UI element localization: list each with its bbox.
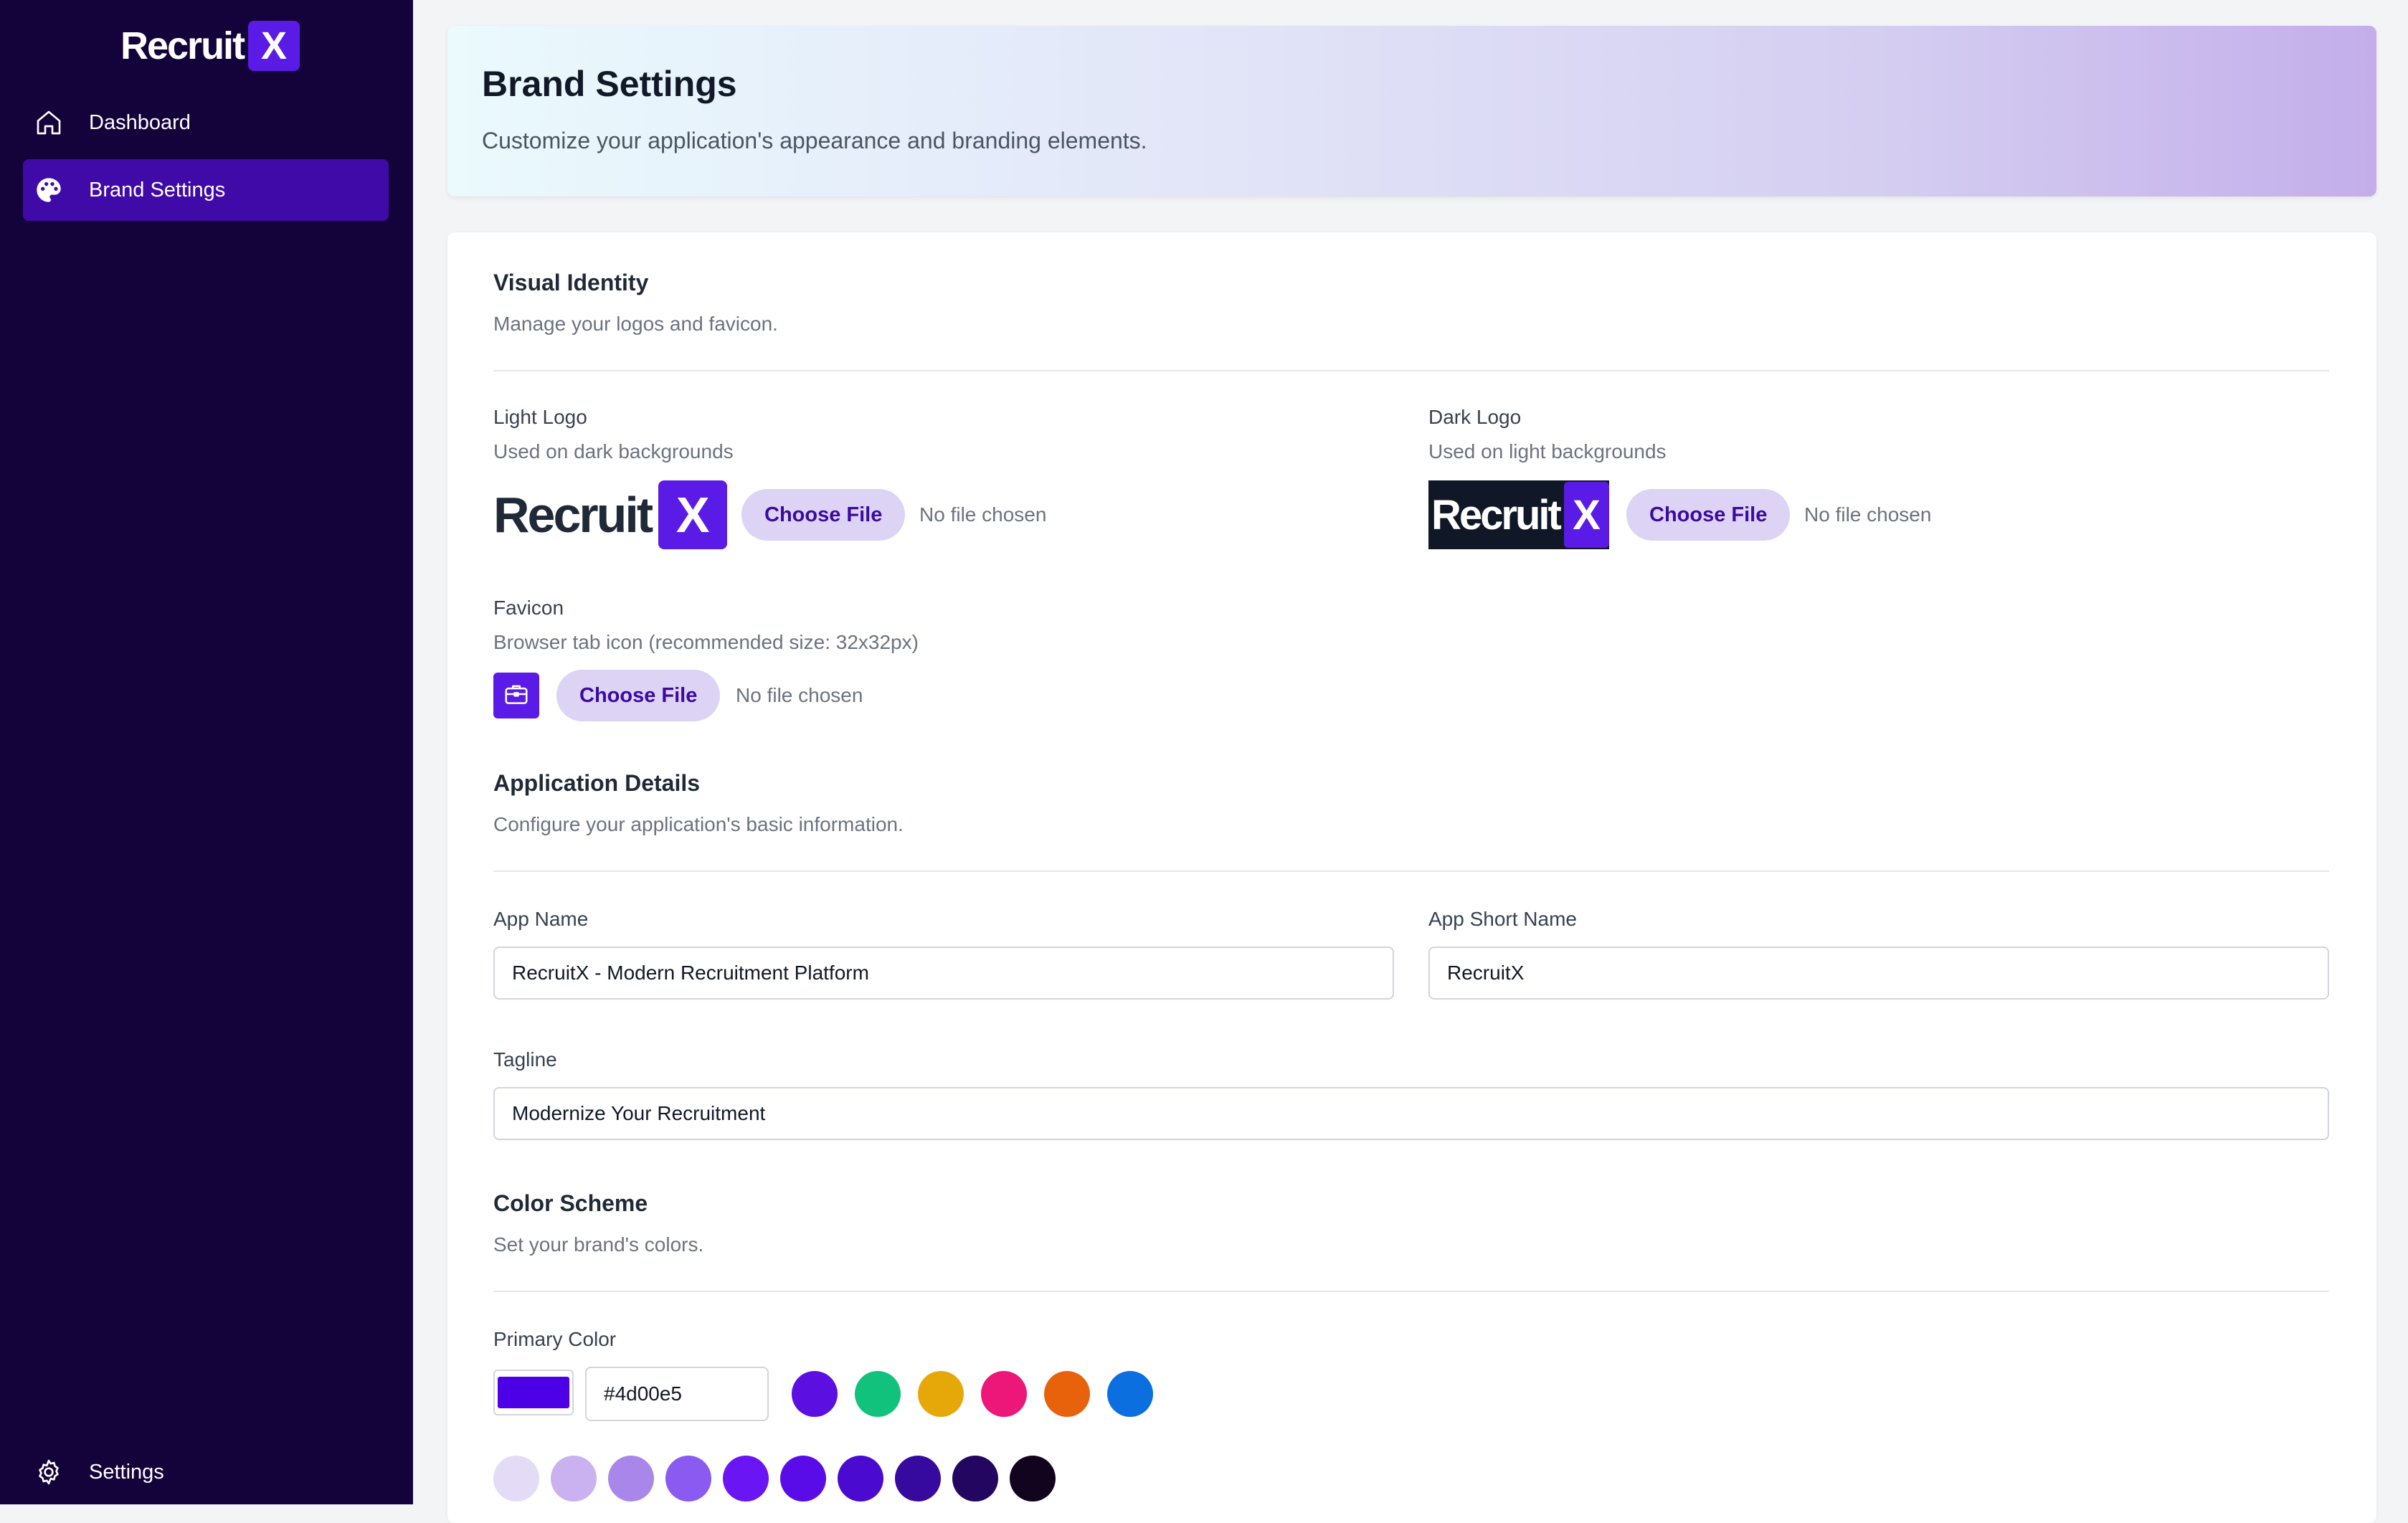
page-title: Brand Settings — [482, 64, 737, 104]
sidebar-item-dashboard[interactable]: Dashboard — [23, 92, 389, 153]
light-logo-label: Light Logo — [493, 406, 587, 428]
sidebar: Recruit X Dashboard Brand Settings Setti… — [0, 0, 413, 1504]
tagline-input[interactable]: Modernize Your Recruitment — [493, 1087, 2329, 1140]
color-preset-swatch[interactable] — [918, 1371, 964, 1417]
page-subtitle: Customize your application's appearance … — [482, 128, 1147, 153]
logo-mark: X — [248, 21, 300, 71]
app-name-label: App Name — [493, 908, 589, 930]
page-header: Brand Settings Customize your applicatio… — [447, 26, 2376, 196]
color-preset-swatch[interactable] — [792, 1371, 838, 1417]
section-title-visual-identity: Visual Identity — [493, 270, 649, 295]
logo-text: Recruit — [120, 24, 245, 67]
dark-logo-label: Dark Logo — [1428, 406, 1522, 428]
primary-color-picker[interactable] — [493, 1370, 574, 1415]
light-logo-mark: X — [658, 480, 728, 549]
sidebar-item-brand-settings[interactable]: Brand Settings — [23, 159, 389, 221]
sidebar-item-label: Settings — [89, 1460, 164, 1484]
tagline-label: Tagline — [493, 1048, 557, 1071]
color-shade-swatch[interactable] — [551, 1456, 597, 1501]
dark-logo-choose-file-button[interactable]: Choose File — [1626, 489, 1791, 541]
section-subtitle-visual-identity: Manage your logos and favicon. — [493, 313, 778, 335]
color-shade-swatch[interactable] — [1010, 1456, 1056, 1501]
section-subtitle-application-details: Configure your application's basic infor… — [493, 813, 904, 835]
color-shade-swatch[interactable] — [493, 1456, 539, 1501]
dark-logo-hint: Used on light backgrounds — [1428, 440, 1667, 462]
color-shade-swatch[interactable] — [952, 1456, 998, 1501]
favicon-choose-file-button[interactable]: Choose File — [556, 670, 721, 721]
light-logo-preview: Recruit X — [493, 480, 728, 549]
app-short-name-input[interactable]: RecruitX — [1428, 946, 2329, 1000]
light-logo-word: Recruit — [493, 487, 653, 543]
briefcase-icon — [503, 680, 530, 711]
palette-icon — [33, 174, 65, 206]
light-logo-file-status: No file chosen — [919, 503, 1047, 526]
favicon-file-status: No file chosen — [736, 684, 863, 706]
dark-logo-word: Recruit — [1431, 491, 1562, 538]
color-preset-swatch[interactable] — [855, 1371, 901, 1417]
app-logo[interactable]: Recruit X — [120, 20, 300, 72]
favicon-label: Favicon — [493, 597, 564, 619]
app-short-name-label: App Short Name — [1428, 908, 1577, 930]
color-preset-swatch[interactable] — [1044, 1371, 1090, 1417]
color-shade-swatch[interactable] — [780, 1456, 826, 1501]
light-logo-hint: Used on dark backgrounds — [493, 440, 734, 462]
section-title-color-scheme: Color Scheme — [493, 1190, 648, 1216]
color-shade-swatch[interactable] — [838, 1456, 883, 1501]
divider — [493, 870, 2329, 872]
gear-icon — [33, 1456, 65, 1488]
primary-color-hex-input[interactable]: #4d00e5 — [585, 1367, 769, 1421]
dark-logo-preview: Recruit X — [1428, 480, 1609, 549]
divider — [493, 1291, 2329, 1292]
color-preset-swatch[interactable] — [981, 1371, 1027, 1417]
settings-card: Visual Identity Manage your logos and fa… — [447, 232, 2376, 1523]
section-subtitle-color-scheme: Set your brand's colors. — [493, 1233, 704, 1256]
primary-color-label: Primary Color — [493, 1328, 617, 1350]
color-shade-swatch[interactable] — [895, 1456, 941, 1501]
color-shade-swatch[interactable] — [665, 1456, 711, 1501]
dark-logo-file-status: No file chosen — [1804, 503, 1932, 526]
favicon-hint: Browser tab icon (recommended size: 32x3… — [493, 631, 919, 653]
light-logo-choose-file-button[interactable]: Choose File — [741, 489, 906, 541]
sidebar-item-settings[interactable]: Settings — [23, 1441, 389, 1503]
favicon-preview — [493, 673, 539, 718]
sidebar-item-label: Brand Settings — [89, 178, 226, 201]
home-icon — [33, 107, 65, 138]
primary-color-swatch — [498, 1377, 569, 1408]
color-preset-swatch[interactable] — [1107, 1371, 1153, 1417]
app-name-input[interactable]: RecruitX - Modern Recruitment Platform — [493, 946, 1394, 1000]
section-title-application-details: Application Details — [493, 770, 701, 796]
dark-logo-mark: X — [1563, 482, 1609, 548]
sidebar-item-label: Dashboard — [89, 110, 191, 134]
color-shade-swatch[interactable] — [723, 1456, 769, 1501]
divider — [493, 370, 2329, 371]
color-shade-swatch[interactable] — [608, 1456, 654, 1501]
